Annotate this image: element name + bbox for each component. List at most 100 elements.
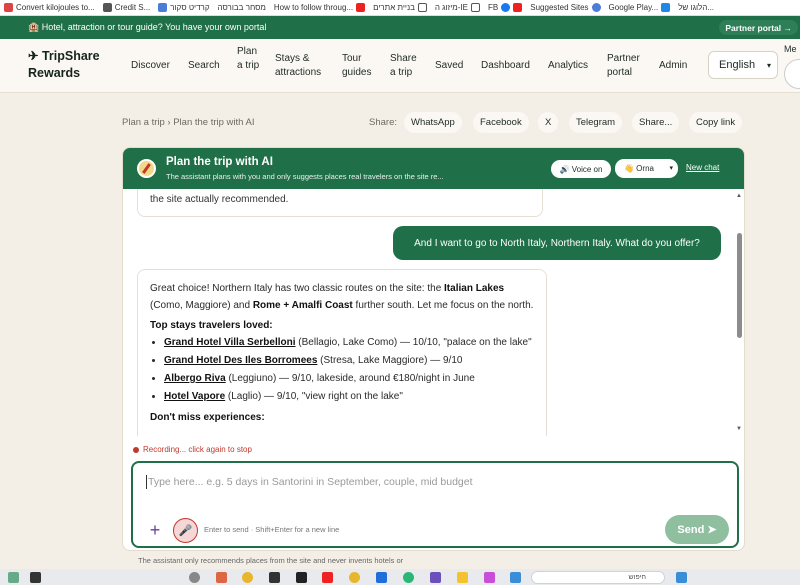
compass-icon bbox=[137, 159, 156, 178]
chat-subtitle: The assistant plans with you and only su… bbox=[166, 172, 444, 181]
chat-scrollbar[interactable]: ▲ ▼ bbox=[735, 189, 743, 436]
nav-tour-guides[interactable]: Tour guides bbox=[342, 52, 382, 80]
microphone-button[interactable]: 🎤 bbox=[173, 518, 198, 543]
language-select[interactable]: English ▾ bbox=[708, 51, 778, 79]
teams-icon[interactable] bbox=[430, 572, 441, 583]
nav-partner-portal[interactable]: Partner portal bbox=[607, 52, 647, 80]
hotel-link[interactable]: Grand Hotel Villa Serbelloni bbox=[164, 337, 296, 348]
app-icon[interactable] bbox=[296, 572, 307, 583]
record-dot-icon bbox=[133, 446, 139, 453]
bookmark-icon bbox=[4, 3, 13, 12]
mic-tray-icon[interactable] bbox=[8, 572, 19, 583]
nav-share-trip[interactable]: Share a trip bbox=[390, 52, 422, 80]
taskbar-search[interactable]: חיפוש bbox=[531, 571, 665, 584]
microphone-icon: 🎤 bbox=[178, 525, 193, 537]
share-more-button[interactable]: Share... bbox=[632, 112, 680, 133]
persona-value: 👋 Orna bbox=[624, 164, 654, 173]
partner-portal-button[interactable]: Partner portal → bbox=[719, 20, 798, 35]
nav-stays-attractions[interactable]: Stays & attractions bbox=[275, 52, 335, 80]
bookmark-item[interactable]: Suggested Sites bbox=[530, 3, 601, 12]
experiences-heading: Don't miss experiences: bbox=[150, 412, 265, 423]
ai-chat-panel: Plan the trip with AI The assistant plan… bbox=[122, 147, 745, 551]
nav-plan-trip[interactable]: Plan a trip bbox=[237, 45, 263, 73]
nav-saved[interactable]: Saved bbox=[435, 59, 463, 73]
search-icon bbox=[591, 3, 601, 12]
breadcrumb[interactable]: Plan a trip › Plan the trip with AI bbox=[122, 117, 255, 128]
windows-start-icon[interactable] bbox=[676, 572, 687, 583]
youtube-icon bbox=[513, 3, 523, 12]
promo-bar: 🏨 Hotel, attraction or tour guide? You h… bbox=[0, 16, 800, 39]
list-item: Albergo Riva (Leggiuno) — 9/10, lakeside… bbox=[164, 370, 534, 388]
app-icon[interactable] bbox=[403, 572, 414, 583]
nav-dashboard[interactable]: Dashboard bbox=[481, 59, 530, 73]
nav-admin[interactable]: Admin bbox=[659, 59, 687, 73]
recording-indicator: Recording... click again to stop bbox=[133, 445, 252, 454]
input-hint: Enter to send · Shift+Enter for a new li… bbox=[204, 525, 340, 534]
user-avatar[interactable] bbox=[784, 59, 800, 89]
app-icon[interactable] bbox=[216, 572, 227, 583]
chevron-down-icon: ▾ bbox=[766, 61, 771, 70]
bookmark-item[interactable]: Convert kilojoules to... bbox=[4, 3, 95, 12]
bookmark-icon bbox=[102, 3, 112, 12]
outlook-icon[interactable] bbox=[376, 572, 387, 583]
persona-select[interactable]: 👋 Orna ▾ bbox=[615, 159, 678, 178]
nav-discover[interactable]: Discover bbox=[131, 59, 170, 73]
user-message: And I want to go to North Italy, Norther… bbox=[393, 226, 721, 260]
chevron-down-icon: ▾ bbox=[669, 165, 673, 172]
send-button[interactable]: Send ➤ bbox=[665, 515, 729, 544]
hotel-link[interactable]: Grand Hotel Des Iles Borromees bbox=[164, 355, 317, 366]
terminal-icon[interactable] bbox=[269, 572, 280, 583]
list-item: Hotel Vapore (Laglio) — 9/10, "view righ… bbox=[164, 388, 534, 406]
app-icon[interactable] bbox=[484, 572, 495, 583]
chat-input-placeholder: Type here... e.g. 5 days in Santorini in… bbox=[148, 476, 473, 488]
bookmark-item[interactable]: How to follow throug... bbox=[274, 3, 366, 12]
chevron-up-icon[interactable] bbox=[30, 572, 41, 583]
youtube-icon bbox=[356, 3, 366, 12]
stays-list: Grand Hotel Villa Serbelloni (Bellagio, … bbox=[164, 334, 534, 406]
message-list[interactable]: the site actually recommended. And I wan… bbox=[123, 189, 744, 436]
bookmark-item[interactable]: מסחר בבורסה bbox=[218, 3, 266, 12]
add-attachment-button[interactable]: + bbox=[145, 521, 165, 541]
bookmark-item[interactable]: קרדיט סקור bbox=[158, 3, 210, 12]
copy-link-button[interactable]: Copy link bbox=[689, 112, 743, 133]
chrome-icon[interactable] bbox=[242, 572, 253, 583]
hotel-link[interactable]: Albergo Riva bbox=[164, 373, 226, 384]
new-chat-link[interactable]: New chat bbox=[686, 163, 719, 172]
share-telegram-button[interactable]: Telegram bbox=[569, 112, 623, 133]
scroll-thumb[interactable] bbox=[737, 233, 742, 338]
bookmarks-bar: Convert kilojoules to... Credit S... קרד… bbox=[0, 0, 800, 16]
youtube-icon[interactable] bbox=[322, 572, 333, 583]
bookmark-item[interactable]: FB bbox=[488, 3, 523, 12]
bookmark-icon bbox=[158, 3, 168, 12]
nav-analytics[interactable]: Analytics bbox=[548, 59, 588, 73]
main-nav: ✈ TripShare Rewards Discover Search Plan… bbox=[0, 39, 800, 93]
site-logo[interactable]: ✈ TripShare Rewards bbox=[28, 48, 108, 82]
folder-icon[interactable] bbox=[457, 572, 468, 583]
share-x-button[interactable]: X bbox=[538, 112, 559, 133]
facebook-icon bbox=[501, 3, 511, 12]
me-label: Me bbox=[784, 44, 797, 54]
bookmark-item[interactable]: בניית אתרים bbox=[373, 3, 427, 12]
voice-toggle-button[interactable]: 🔊 Voice on bbox=[551, 160, 611, 178]
chat-header: Plan the trip with AI The assistant plan… bbox=[123, 148, 744, 189]
hotel-link[interactable]: Hotel Vapore bbox=[164, 391, 225, 402]
bookmark-item[interactable]: Credit S... bbox=[102, 3, 150, 12]
share-label: Share: bbox=[369, 117, 397, 128]
assistant-message-previous: the site actually recommended. bbox=[137, 189, 543, 217]
chrome-icon[interactable] bbox=[349, 572, 360, 583]
app-icon[interactable] bbox=[510, 572, 521, 583]
app-icon[interactable] bbox=[189, 572, 200, 583]
scroll-down-icon[interactable]: ▼ bbox=[736, 426, 742, 432]
chat-input[interactable]: Type here... e.g. 5 days in Santorini in… bbox=[131, 461, 739, 548]
assistant-message: Great choice! Northern Italy has two cla… bbox=[137, 269, 547, 436]
share-whatsapp-button[interactable]: WhatsApp bbox=[404, 112, 462, 133]
text-caret bbox=[146, 475, 147, 489]
bookmark-item[interactable]: מיזוג ה-IE bbox=[435, 3, 481, 12]
bookmark-item[interactable]: הלוגו של... bbox=[678, 3, 714, 12]
scroll-up-icon[interactable]: ▲ bbox=[736, 193, 742, 199]
page-icon bbox=[471, 3, 481, 12]
bookmark-item[interactable]: Google Play... bbox=[609, 3, 671, 12]
share-facebook-button[interactable]: Facebook bbox=[473, 112, 529, 133]
nav-search[interactable]: Search bbox=[188, 59, 220, 73]
os-taskbar: חיפוש bbox=[0, 569, 800, 585]
